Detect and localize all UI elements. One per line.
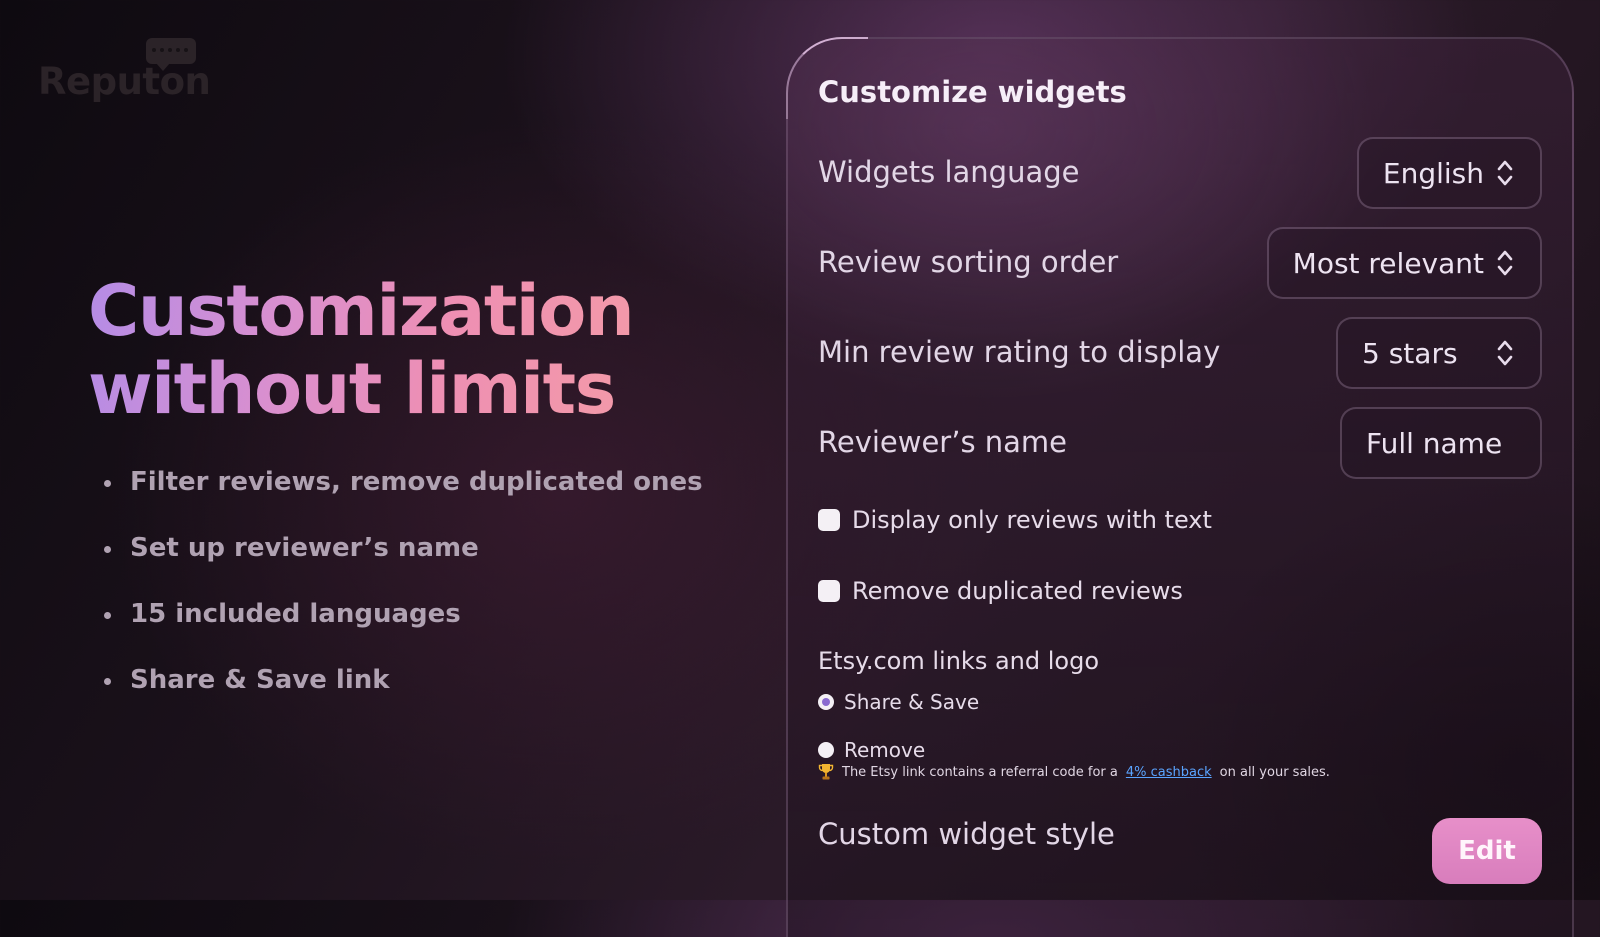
- edit-button[interactable]: Edit: [1432, 818, 1542, 884]
- share-save-radio[interactable]: [818, 694, 834, 710]
- review-sorting-order-select[interactable]: Most relevant: [1266, 227, 1542, 299]
- checkbox-label: Display only reviews with text: [852, 506, 1212, 534]
- remove-duplicated-reviews-checkbox[interactable]: [818, 580, 840, 602]
- panel-title: Customize widgets: [818, 75, 1127, 109]
- chevron-up-down-icon: [1497, 250, 1513, 276]
- remove-duplicated-reviews-checkbox-row[interactable]: Remove duplicated reviews: [818, 577, 1183, 605]
- radio-label: Remove: [844, 738, 926, 762]
- hero-title: Customization without limits: [88, 272, 633, 428]
- hero-title-line-2: without limits: [88, 348, 615, 430]
- reviewer-name-select[interactable]: Full name: [1340, 407, 1542, 479]
- chevron-up-down-icon: [1497, 160, 1513, 186]
- bullet-icon: [104, 480, 111, 487]
- reviewer-name-label: Reviewer’s name: [818, 425, 1068, 459]
- radio-label: Share & Save: [844, 690, 980, 714]
- logo-text: Reputon: [38, 60, 211, 103]
- trophy-icon: [818, 764, 834, 780]
- bullet-icon: [104, 546, 111, 553]
- feature-text: Filter reviews, remove duplicated ones: [130, 467, 703, 497]
- min-review-rating-select[interactable]: 5 stars: [1336, 317, 1542, 389]
- bullet-icon: [104, 678, 111, 685]
- feature-item: Set up reviewer’s name: [104, 528, 703, 594]
- feature-text: Share & Save link: [130, 665, 390, 695]
- hero-title-line-1: Customization: [88, 270, 634, 352]
- feature-text: 15 included languages: [130, 599, 461, 629]
- remove-radio[interactable]: [818, 742, 834, 758]
- min-review-rating-label: Min review rating to display: [818, 335, 1221, 369]
- remove-radio-row[interactable]: Remove: [818, 738, 925, 762]
- display-only-text-reviews-checkbox[interactable]: [818, 509, 840, 531]
- checkbox-label: Remove duplicated reviews: [852, 577, 1183, 605]
- custom-widget-style-label: Custom widget style: [818, 817, 1115, 851]
- customize-widgets-panel: Customize widgets Widgets language Engli…: [786, 37, 1574, 937]
- widgets-language-label: Widgets language: [818, 155, 1080, 189]
- review-sorting-order-label: Review sorting order: [818, 245, 1119, 279]
- share-save-radio-row[interactable]: Share & Save: [818, 690, 979, 714]
- select-value: English: [1382, 156, 1484, 190]
- referral-note: The Etsy link contains a referral code f…: [818, 763, 1330, 781]
- feature-list: Filter reviews, remove duplicated ones S…: [104, 462, 703, 726]
- note-text-suffix: on all your sales.: [1219, 764, 1330, 780]
- logo: Reputon: [38, 38, 211, 104]
- display-only-text-reviews-checkbox-row[interactable]: Display only reviews with text: [818, 506, 1212, 534]
- feature-item: 15 included languages: [104, 594, 703, 660]
- bullet-icon: [104, 612, 111, 619]
- cashback-link[interactable]: 4% cashback: [1126, 765, 1212, 780]
- select-value: Most relevant: [1292, 246, 1484, 280]
- select-value: Full name: [1366, 426, 1503, 460]
- note-text: The Etsy link contains a referral code f…: [842, 764, 1118, 780]
- feature-text: Set up reviewer’s name: [130, 533, 479, 563]
- chevron-up-down-icon: [1497, 340, 1513, 366]
- select-value: 5 stars: [1362, 336, 1458, 370]
- widgets-language-select[interactable]: English: [1356, 137, 1542, 209]
- feature-item: Share & Save link: [104, 660, 703, 726]
- feature-item: Filter reviews, remove duplicated ones: [104, 462, 703, 528]
- etsy-links-section-label: Etsy.com links and logo: [818, 647, 1100, 675]
